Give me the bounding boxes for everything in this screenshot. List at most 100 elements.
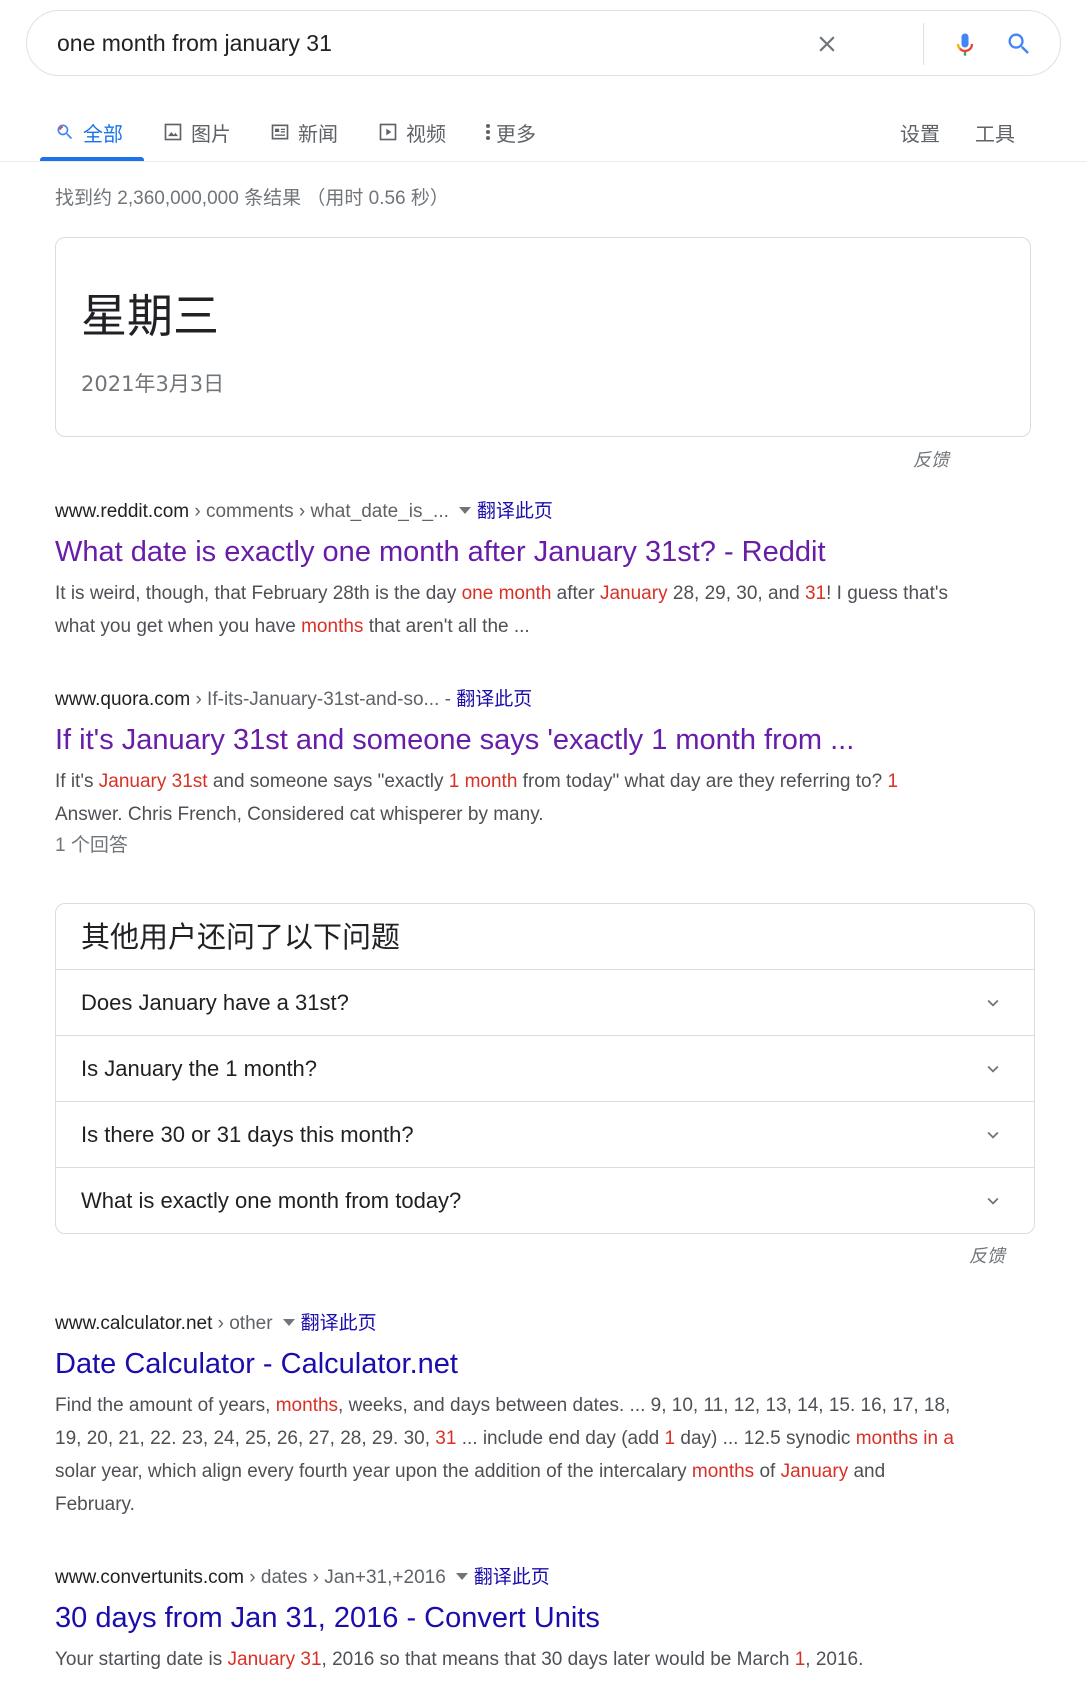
snippet-highlight: months in a (855, 1428, 954, 1449)
result-url[interactable]: www.reddit.com › comments › what_date_is… (55, 498, 955, 526)
search-result: www.reddit.com › comments › what_date_is… (55, 498, 955, 643)
search-input[interactable] (57, 25, 857, 61)
paa-question[interactable]: Is January the 1 month? (56, 1036, 1034, 1102)
snippet-highlight: one month (461, 583, 552, 604)
snippet-highlight: months (691, 1461, 755, 1482)
snippet-text: and someone says "exactly (207, 771, 449, 792)
search-tabs: 全部 图片 新闻 视频 更多 设置 工具 (0, 102, 1087, 162)
result-snippet: Find the amount of years, months, weeks,… (55, 1389, 955, 1521)
snippet-highlight: months (275, 1395, 339, 1416)
snippet-text: day) ... 12.5 synodic (675, 1428, 856, 1449)
snippet-highlight: 1 (794, 1649, 806, 1670)
snippet-text: It is weird, though, that February 28th … (55, 583, 462, 604)
snippet-highlight: months (301, 616, 364, 637)
result-snippet: Your starting date is January 31, 2016 s… (55, 1643, 955, 1676)
tab-label: 图片 (191, 123, 231, 146)
result-path: › comments › what_date_is_... (189, 501, 449, 522)
tab-label: 全部 (83, 123, 123, 146)
snippet-text: after (551, 583, 600, 604)
answer-count-link[interactable]: 1 个回答 (55, 831, 955, 861)
search-result: www.quora.com › If-its-January-31st-and-… (55, 686, 955, 861)
result-domain: www.reddit.com (55, 501, 190, 522)
tab-news[interactable]: 新闻 (270, 114, 338, 150)
snippet-text: , 2016. (805, 1649, 864, 1670)
tab-label: 新闻 (298, 123, 338, 146)
translate-link[interactable]: 翻译此页 (474, 1567, 550, 1588)
dropdown-arrow-icon[interactable] (455, 1573, 468, 1581)
result-title[interactable]: Date Calculator - Calculator.net (55, 1344, 955, 1384)
answer-card: 星期三 2021年3月3日 (55, 237, 1031, 437)
chevron-down-icon (987, 1131, 999, 1139)
tab-more[interactable]: 更多 (484, 114, 536, 150)
dropdown-arrow-icon[interactable] (282, 1319, 295, 1327)
snippet-highlight: 31 (804, 583, 827, 604)
result-path: › other (212, 1313, 273, 1334)
settings-label: 设置 (900, 123, 940, 146)
people-also-ask: 其他用户还问了以下问题 Does January have a 31st? Is… (55, 903, 1035, 1234)
result-title[interactable]: If it's January 31st and someone says 'e… (55, 720, 955, 760)
snippet-highlight: January (227, 1649, 296, 1670)
snippet-highlight: January (780, 1461, 849, 1482)
search-icon (1008, 33, 1029, 54)
settings-link[interactable]: 设置 (900, 114, 940, 150)
answer-feedback-link[interactable]: 反馈 (913, 446, 949, 472)
dropdown-arrow-icon[interactable] (458, 507, 471, 515)
snippet-highlight: 31 (435, 1428, 457, 1449)
snippet-text: Find the amount of years, (55, 1395, 276, 1416)
result-domain: www.quora.com (55, 689, 191, 710)
search-icon (55, 122, 75, 142)
paa-question-text: What is exactly one month from today? (81, 1188, 462, 1213)
paa-question-text: Does January have a 31st? (81, 990, 349, 1015)
tab-videos[interactable]: 视频 (378, 114, 446, 150)
search-result: www.calculator.net › other 翻译此页 Date Calc… (55, 1310, 955, 1521)
snippet-highlight: 1 (664, 1428, 676, 1449)
snippet-text: Answer. Chris French, Considered cat whi… (55, 804, 544, 825)
result-title[interactable]: 30 days from Jan 31, 2016 - Convert Unit… (55, 1598, 955, 1638)
result-snippet: It is weird, though, that February 28th … (55, 577, 955, 643)
result-snippet: If it's January 31st and someone says "e… (55, 765, 955, 831)
snippet-text: ... include end day (add (456, 1428, 665, 1449)
chevron-down-icon (987, 1065, 999, 1073)
result-url[interactable]: www.convertunits.com › dates › Jan+31,+2… (55, 1564, 955, 1592)
answer-weekday: 星期三 (81, 289, 219, 343)
snippet-text: from today" what day are they referring … (517, 771, 888, 792)
paa-question[interactable]: Does January have a 31st? (56, 970, 1034, 1036)
snippet-highlight: 1 month (448, 771, 518, 792)
snippet-text: that aren't all the ... (363, 616, 530, 637)
more-vert-icon (484, 122, 492, 142)
result-domain: www.convertunits.com (55, 1567, 245, 1588)
search-divider (923, 23, 924, 65)
result-stats: 找到约 2,360,000,000 条结果 （用时 0.56 秒） (55, 188, 449, 209)
snippet-text: 28, 29, 30, and (667, 583, 805, 604)
snippet-highlight: 31 (300, 1649, 322, 1670)
tab-label: 更多 (496, 123, 536, 146)
image-icon (163, 122, 183, 142)
translate-link[interactable]: 翻译此页 (301, 1313, 377, 1334)
paa-question[interactable]: Is there 30 or 31 days this month? (56, 1102, 1034, 1168)
result-url[interactable]: www.calculator.net › other 翻译此页 (55, 1310, 955, 1338)
snippet-text: of (754, 1461, 781, 1482)
paa-question-text: Is there 30 or 31 days this month? (81, 1122, 414, 1147)
search-box (26, 10, 1061, 76)
tab-all[interactable]: 全部 (55, 114, 123, 150)
translate-link[interactable]: 翻译此页 (456, 689, 532, 710)
close-icon (819, 36, 835, 52)
snippet-text: , 2016 so that means that 30 days later … (321, 1649, 795, 1670)
paa-feedback-link[interactable]: 反馈 (969, 1242, 1005, 1268)
tools-link[interactable]: 工具 (975, 114, 1015, 150)
snippet-text: solar year, which align every fourth yea… (55, 1461, 692, 1482)
voice-search-button[interactable] (945, 24, 985, 64)
translate-link[interactable]: 翻译此页 (477, 501, 553, 522)
chevron-down-icon (987, 1197, 999, 1205)
paa-title: 其他用户还问了以下问题 (56, 904, 1034, 970)
clear-search-button[interactable] (807, 24, 847, 64)
paa-question[interactable]: What is exactly one month from today? (56, 1168, 1034, 1233)
result-title[interactable]: What date is exactly one month after Jan… (55, 532, 955, 572)
snippet-highlight: January (599, 583, 668, 604)
search-result: www.convertunits.com › dates › Jan+31,+2… (55, 1564, 955, 1676)
tab-images[interactable]: 图片 (163, 114, 231, 150)
search-button[interactable] (999, 24, 1039, 64)
result-path: › If-its-January-31st-and-so... - (190, 689, 457, 710)
result-url[interactable]: www.quora.com › If-its-January-31st-and-… (55, 686, 955, 714)
chevron-down-icon (987, 999, 999, 1007)
